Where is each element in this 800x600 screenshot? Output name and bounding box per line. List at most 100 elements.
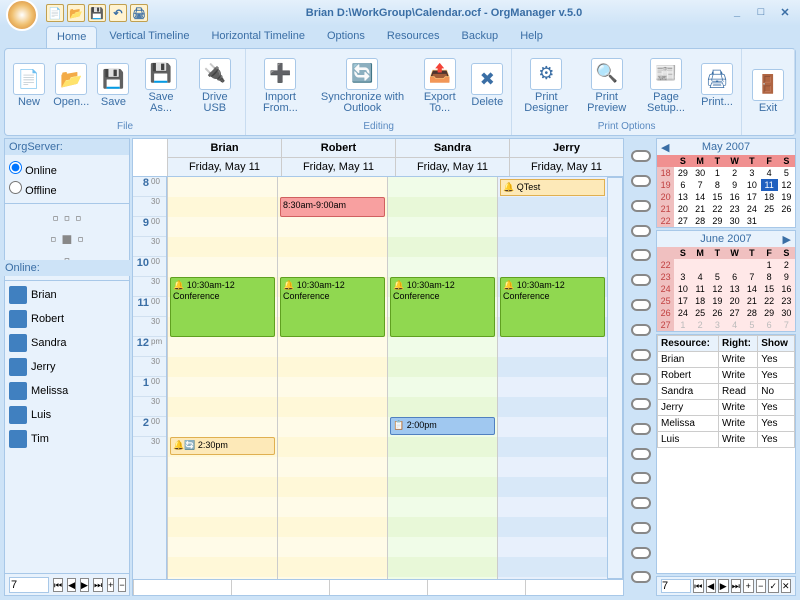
daycol-robert[interactable]: 🔔 10:30am-12 Conference8:30am-9:00am	[277, 177, 387, 579]
cal-day[interactable]: 6	[726, 271, 743, 283]
prev-icon[interactable]: ◀	[67, 578, 76, 592]
print-designer-button[interactable]: ⚙Print Designer	[516, 51, 576, 120]
cal-day[interactable]: 30	[778, 307, 795, 319]
cal-day[interactable]: 21	[692, 203, 709, 215]
online-radio[interactable]: Online	[9, 159, 125, 179]
user-brian[interactable]: Brian	[7, 283, 127, 307]
cal-day[interactable]: 17	[743, 191, 760, 203]
event-conference[interactable]: 🔔 10:30am-12 Conference	[390, 277, 495, 337]
print--button[interactable]: 🖨Print...	[697, 51, 737, 120]
rnext-icon[interactable]: ▶	[718, 579, 729, 593]
cal-day[interactable]: 29	[674, 167, 691, 179]
open--button[interactable]: 📂Open...	[51, 51, 91, 120]
column-robert[interactable]: RobertFriday, May 11	[281, 139, 395, 176]
rcheck-icon[interactable]: ✓	[768, 579, 779, 593]
rfirst-icon[interactable]: ⏮	[693, 579, 704, 593]
cal-day[interactable]: 14	[692, 191, 709, 203]
cal-day[interactable]: 28	[743, 307, 760, 319]
cal-day[interactable]: 5	[743, 319, 760, 331]
cal-day[interactable]: 1	[761, 259, 778, 271]
rtable-row[interactable]: LuisWriteYes	[658, 432, 795, 448]
daycol-sandra[interactable]: 🔔 10:30am-12 Conference 📋 2:00pm	[387, 177, 497, 579]
cal-day[interactable]	[692, 259, 709, 271]
cal-day[interactable]: 5	[778, 167, 795, 179]
user-tim[interactable]: Tim	[7, 427, 127, 451]
rpage-input[interactable]	[661, 579, 691, 593]
cal-day[interactable]: 30	[726, 215, 743, 227]
cal-day[interactable]: 28	[692, 215, 709, 227]
cal-day[interactable]	[709, 259, 726, 271]
rtable-header[interactable]: Resource:	[658, 336, 719, 352]
last-icon[interactable]: ⏭	[93, 578, 103, 592]
cal-day[interactable]: 2	[692, 319, 709, 331]
cal-day[interactable]: 1	[674, 319, 691, 331]
event-conference[interactable]: 🔔 10:30am-12 Conference	[500, 277, 605, 337]
cal-day[interactable]: 16	[726, 191, 743, 203]
cal-day[interactable]: 10	[674, 283, 691, 295]
cal-day[interactable]: 4	[692, 271, 709, 283]
save-as--button[interactable]: 💾Save As...	[135, 51, 186, 120]
cal-day[interactable]: 11	[692, 283, 709, 295]
column-sandra[interactable]: SandraFriday, May 11	[395, 139, 509, 176]
tab-options[interactable]: Options	[317, 26, 375, 48]
tab-horizontal-timeline[interactable]: Horizontal Timeline	[201, 26, 315, 48]
cal-day[interactable]: 1	[709, 167, 726, 179]
cal-day[interactable]: 3	[674, 271, 691, 283]
maximize-icon[interactable]: □	[752, 6, 770, 20]
app-orb-icon[interactable]	[6, 0, 38, 31]
save-button[interactable]: 💾Save	[93, 51, 133, 120]
column-brian[interactable]: BrianFriday, May 11	[167, 139, 281, 176]
rtable-header[interactable]: Right:	[719, 336, 758, 352]
cal-day[interactable]: 2	[778, 259, 795, 271]
cal-day[interactable]: 19	[778, 191, 795, 203]
cal-day[interactable]: 15	[761, 283, 778, 295]
cal-day[interactable]: 23	[726, 203, 743, 215]
cal-day[interactable]: 9	[778, 271, 795, 283]
cal-day[interactable]: 18	[692, 295, 709, 307]
cal-day[interactable]	[726, 259, 743, 271]
cal-day[interactable]: 7	[778, 319, 795, 331]
tab-resources[interactable]: Resources	[377, 26, 450, 48]
daycol-brian[interactable]: 🔔 10:30am-12 Conference🔔🔄 2:30pm	[167, 177, 277, 579]
column-jerry[interactable]: JerryFriday, May 11	[509, 139, 623, 176]
cal-day[interactable]: 20	[674, 203, 691, 215]
event-2pm[interactable]: 📋 2:00pm	[390, 417, 495, 435]
cal-day[interactable]: 7	[743, 271, 760, 283]
user-melissa[interactable]: Melissa	[7, 379, 127, 403]
rtable-row[interactable]: MelissaWriteYes	[658, 416, 795, 432]
event-qtest[interactable]: 🔔 QTest	[500, 179, 605, 196]
tab-vertical-timeline[interactable]: Vertical Timeline	[99, 26, 199, 48]
rprev-icon[interactable]: ◀	[706, 579, 717, 593]
first-icon[interactable]: ⏮	[53, 578, 63, 592]
cal-day[interactable]: 20	[726, 295, 743, 307]
new-button[interactable]: 📄New	[9, 51, 49, 120]
cal-day[interactable]: 3	[709, 319, 726, 331]
rtable-row[interactable]: SandraReadNo	[658, 384, 795, 400]
cal-day[interactable]: 26	[709, 307, 726, 319]
minimize-icon[interactable]: _	[728, 6, 746, 20]
cal-day[interactable]	[743, 259, 760, 271]
cal-day[interactable]: 9	[726, 179, 743, 191]
cal-day[interactable]: 6	[674, 179, 691, 191]
cal-day[interactable]: 21	[743, 295, 760, 307]
cal-day[interactable]: 25	[692, 307, 709, 319]
cal-day[interactable]: 26	[778, 203, 795, 215]
rtable-row[interactable]: JerryWriteYes	[658, 400, 795, 416]
qat-new-icon[interactable]: 📄	[46, 4, 64, 22]
cal-day[interactable]: 2	[726, 167, 743, 179]
rtable-row[interactable]: RobertWriteYes	[658, 368, 795, 384]
qat-undo-icon[interactable]: ↶	[109, 4, 127, 22]
cal-day[interactable]	[761, 215, 778, 227]
cal-day[interactable]: 16	[778, 283, 795, 295]
cal-day[interactable]: 17	[674, 295, 691, 307]
tab-backup[interactable]: Backup	[451, 26, 508, 48]
event-conference[interactable]: 🔔 10:30am-12 Conference	[170, 277, 275, 337]
prev-month-icon[interactable]: ◀	[661, 141, 669, 154]
cal-day[interactable]: 24	[743, 203, 760, 215]
cal-day[interactable]: 8	[709, 179, 726, 191]
cal-day[interactable]: 13	[674, 191, 691, 203]
cal-day[interactable]: 3	[743, 167, 760, 179]
user-jerry[interactable]: Jerry	[7, 355, 127, 379]
event-conference[interactable]: 🔔 10:30am-12 Conference	[280, 277, 385, 337]
next-month-icon[interactable]: ▶	[783, 233, 791, 246]
